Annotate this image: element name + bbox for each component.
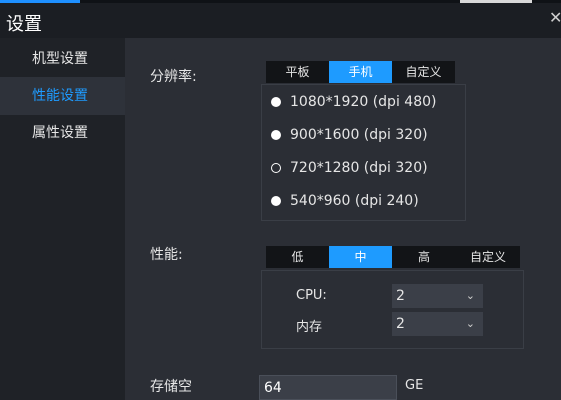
performance-options-box (261, 270, 524, 349)
tab-high[interactable]: 高 (392, 246, 456, 268)
memory-label: 内存 (296, 320, 323, 335)
sidebar-item-performance[interactable]: 性能设置 (0, 77, 125, 115)
tab-custom-resolution[interactable]: 自定义 (392, 61, 455, 83)
cpu-label: CPU: (296, 288, 327, 303)
memory-select[interactable]: 2 ⌄ (392, 312, 483, 336)
chevron-down-icon: ⌄ (465, 289, 475, 302)
resolution-option-label: 720*1280 (dpi 320) (290, 160, 428, 176)
sidebar: 机型设置 性能设置 属性设置 (0, 38, 125, 400)
window-title: 设置 (6, 14, 42, 35)
tab-medium[interactable]: 中 (329, 246, 392, 268)
memory-value: 2 (396, 316, 405, 332)
radio-button-icon (271, 196, 281, 206)
resolution-option-label: 540*960 (dpi 240) (290, 193, 419, 209)
resolution-option-540[interactable]: 540*960 (dpi 240) (271, 191, 419, 211)
storage-label: 存储空 (150, 379, 192, 395)
performance-label: 性能: (150, 247, 183, 263)
chevron-down-icon: ⌄ (465, 317, 475, 330)
performance-tabs: 低 中 高 自定义 (266, 246, 520, 268)
cpu-value: 2 (396, 288, 405, 304)
tab-phone[interactable]: 手机 (329, 61, 392, 83)
tab-custom-performance[interactable]: 自定义 (456, 246, 520, 268)
storage-input[interactable]: 64 (259, 375, 397, 400)
title-bar: 设置 ✕ (0, 3, 561, 38)
sidebar-item-device[interactable]: 机型设置 (0, 40, 125, 78)
sidebar-item-properties[interactable]: 属性设置 (0, 114, 125, 152)
resolution-option-720[interactable]: 720*1280 (dpi 320) (271, 158, 428, 178)
storage-unit: GE (405, 378, 424, 393)
resolution-label: 分辨率: (150, 69, 197, 85)
resolution-option-label: 900*1600 (dpi 320) (290, 127, 428, 143)
tab-tablet[interactable]: 平板 (266, 61, 329, 83)
resolution-option-900[interactable]: 900*1600 (dpi 320) (271, 125, 428, 145)
resolution-option-label: 1080*1920 (dpi 480) (290, 94, 437, 110)
radio-button-icon (271, 130, 281, 140)
resolution-tabs: 平板 手机 自定义 (266, 61, 455, 83)
tab-low[interactable]: 低 (266, 246, 329, 268)
cpu-select[interactable]: 2 ⌄ (392, 284, 483, 308)
close-icon[interactable]: ✕ (549, 8, 561, 28)
radio-button-icon (271, 97, 281, 107)
radio-button-icon (271, 163, 281, 173)
resolution-option-1080[interactable]: 1080*1920 (dpi 480) (271, 92, 436, 112)
